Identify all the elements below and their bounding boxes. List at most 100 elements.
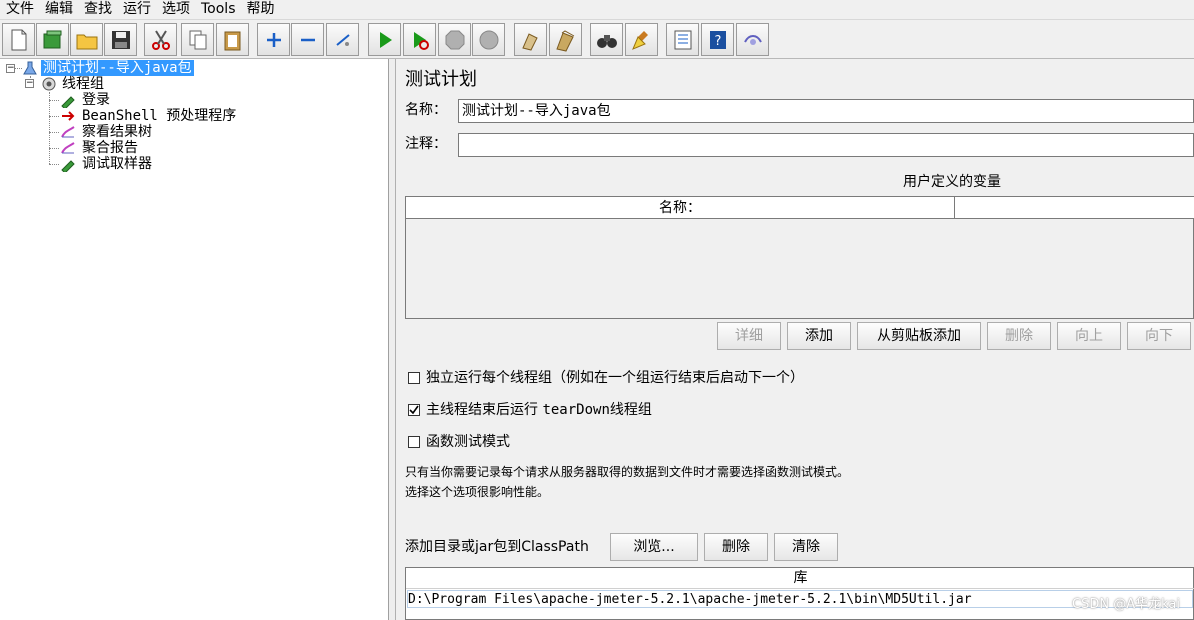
expand-icon [266, 32, 281, 47]
menu-file[interactable]: 文件 [0, 1, 39, 17]
open-icon [76, 34, 97, 49]
menu-bar: 文件 编辑 查找 运行 选项 Tools 帮助 [0, 0, 1194, 18]
copy-button[interactable] [181, 23, 214, 56]
library-header[interactable]: 库 [406, 568, 1194, 589]
checkmark-icon [409, 405, 419, 415]
reset-search-button[interactable] [625, 23, 658, 56]
functional-label: 函数测试模式 [426, 434, 510, 450]
move-up-button[interactable]: 向上 [1057, 322, 1121, 350]
comment-label: 注释： [405, 136, 447, 152]
tree-collapse-toggle[interactable]: − [25, 79, 34, 88]
teardown-label: 主线程结束后运行 tearDown线程组 [426, 402, 652, 418]
preprocessor-icon [60, 108, 76, 124]
variables-table[interactable]: 名称： [405, 196, 1194, 319]
add-from-clipboard-button[interactable]: 从剪贴板添加 [857, 322, 981, 350]
functional-hint-2: 选择这个选项很影响性能。 [405, 485, 550, 499]
teardown-checkbox[interactable] [408, 404, 420, 416]
shutdown-icon [479, 30, 498, 49]
clear-all-button[interactable] [549, 23, 582, 56]
independent-option[interactable]: 独立运行每个线程组（例如在一个组运行结束后启动下一个） [408, 369, 804, 387]
search-button[interactable] [590, 23, 623, 56]
new-button[interactable] [2, 23, 35, 56]
paste-button[interactable] [216, 23, 249, 56]
cut-icon [151, 29, 170, 50]
shutdown-button[interactable] [472, 23, 505, 56]
thread-group-icon [41, 76, 57, 92]
save-button[interactable] [104, 23, 137, 56]
name-label: 名称： [405, 102, 447, 118]
start-no-pause-icon [413, 31, 429, 50]
menu-search[interactable]: 查找 [78, 1, 117, 17]
listener-icon [60, 140, 76, 156]
menu-edit[interactable]: 编辑 [39, 1, 78, 17]
new-icon [11, 29, 26, 50]
save-icon [111, 30, 130, 49]
tree-node-beanshell[interactable]: BeanShell 预处理程序 [82, 108, 236, 124]
search-icon [596, 34, 617, 48]
remove-classpath-button[interactable]: 删除 [704, 533, 768, 561]
collapse-icon [300, 38, 315, 41]
function-helper-button[interactable] [666, 23, 699, 56]
menu-run[interactable]: 运行 [117, 1, 156, 17]
test-plan-icon [22, 60, 38, 76]
help-icon: ? [709, 30, 726, 49]
name-field[interactable]: 测试计划--导入java包 [458, 99, 1194, 123]
teardown-option[interactable]: 主线程结束后运行 tearDown线程组 [408, 401, 652, 419]
templates-button[interactable] [36, 23, 69, 56]
detail-button[interactable]: 详细 [717, 322, 781, 350]
svg-text:?: ? [714, 34, 721, 49]
tree-node-login[interactable]: 登录 [82, 92, 110, 108]
paste-icon [224, 31, 240, 50]
menu-help[interactable]: 帮助 [241, 1, 280, 17]
clear-button[interactable] [514, 23, 547, 56]
stop-button[interactable] [438, 23, 471, 56]
tree-node-debug-sampler[interactable]: 调试取样器 [82, 156, 152, 172]
menu-tools[interactable]: Tools [195, 1, 241, 17]
clear-classpath-button[interactable]: 清除 [774, 533, 838, 561]
functional-checkbox[interactable] [408, 436, 420, 448]
page-title: 测试计划 [405, 69, 477, 90]
functional-option[interactable]: 函数测试模式 [408, 433, 510, 451]
watermark: CSDN @A华龙kai [1072, 597, 1180, 612]
open-button[interactable] [70, 23, 103, 56]
functional-hint-1: 只有当你需要记录每个请求从服务器取得的数据到文件时才需要选择函数测试模式。 [405, 465, 850, 479]
reset-search-icon [631, 30, 648, 50]
tree-panel: − 测试计划--导入java包 − 线程组 登录 BeanShell 预处理程序… [0, 59, 389, 620]
start-icon [379, 31, 392, 48]
tree-node-result-tree[interactable]: 察看结果树 [82, 124, 152, 140]
function-helper-icon [674, 30, 691, 49]
toggle-button[interactable] [326, 23, 359, 56]
variables-header-value[interactable] [955, 197, 1194, 219]
tree-node-aggregate-report[interactable]: 聚合报告 [82, 140, 138, 156]
start-button[interactable] [368, 23, 401, 56]
move-down-button[interactable]: 向下 [1127, 322, 1191, 350]
cut-button[interactable] [144, 23, 177, 56]
add-button[interactable]: 添加 [787, 322, 851, 350]
comment-field[interactable] [458, 133, 1194, 157]
variables-header-name[interactable]: 名称： [406, 197, 955, 219]
delete-button[interactable]: 删除 [987, 322, 1051, 350]
templates-icon [43, 30, 61, 48]
tree-node-thread-group[interactable]: 线程组 [62, 76, 104, 92]
tree-node-test-plan[interactable]: 测试计划--导入java包 [41, 60, 194, 76]
clear-icon [521, 32, 538, 51]
toolbar: ? [0, 19, 1194, 59]
help-button[interactable]: ? [701, 23, 734, 56]
collapse-button[interactable] [291, 23, 324, 56]
independent-label: 独立运行每个线程组（例如在一个组运行结束后启动下一个） [426, 370, 804, 386]
clear-all-icon [555, 29, 574, 52]
split-pane-divider[interactable] [389, 59, 396, 620]
sampler-icon [60, 92, 76, 108]
remote-button[interactable] [736, 23, 769, 56]
variables-title: 用户定义的变量 [903, 174, 1001, 190]
toggle-icon [335, 33, 350, 46]
menu-options[interactable]: 选项 [156, 1, 195, 17]
stop-icon [445, 30, 464, 49]
listener-icon [60, 124, 76, 140]
expand-button[interactable] [257, 23, 290, 56]
independent-checkbox[interactable] [408, 372, 420, 384]
classpath-label: 添加目录或jar包到ClassPath [405, 539, 589, 555]
start-no-pause-button[interactable] [403, 23, 436, 56]
browse-button[interactable]: 浏览... [610, 533, 698, 561]
tree-collapse-toggle[interactable]: − [6, 64, 15, 73]
